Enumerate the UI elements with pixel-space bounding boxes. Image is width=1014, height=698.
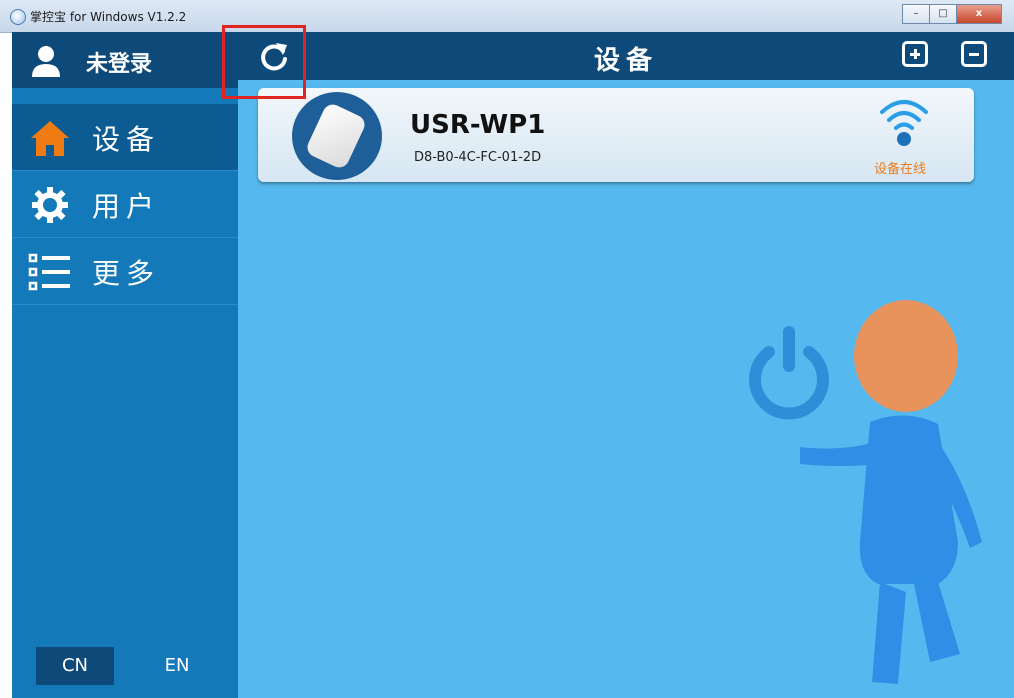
sidebar-item-label: 用户 [92,190,161,223]
sidebar-item-label: 更多 [92,257,161,290]
page-title: 设备 [593,46,658,76]
wifi-icon [880,100,928,146]
main-panel: 设备 USR-WP1 D8-B0-4C-FC-01-2D 设备在线 [238,32,1014,698]
user-icon [32,46,60,77]
user-area[interactable]: 未登录 [12,32,238,88]
list-icon [28,253,70,291]
sidebar-item-devices[interactable]: 设备 [12,104,238,171]
smart-plug-image [292,92,382,180]
home-icon [31,121,69,156]
sidebar-item-users[interactable]: 用户 [12,171,238,238]
window-title-bar: 掌控宝 for Windows V1.2.2 – □ x [0,0,1014,33]
highlight-box [222,25,306,99]
close-button[interactable]: x [956,4,1002,24]
device-name: USR-WP1 [410,110,546,140]
header-bar: 设备 [238,32,1014,80]
device-card[interactable]: USR-WP1 D8-B0-4C-FC-01-2D 设备在线 [258,88,974,182]
device-status: 设备在线 [874,162,927,177]
sidebar: 未登录 设备 用户 更多 CN EN [12,32,238,698]
plus-icon [914,49,917,59]
window-controls: – □ x [902,4,1002,24]
window-title: 掌控宝 for Windows V1.2.2 [30,10,187,24]
language-cn-button[interactable]: CN [36,647,114,685]
login-status: 未登录 [86,52,153,77]
sidebar-item-label: 设备 [92,123,161,156]
add-device-button[interactable] [902,41,928,67]
remove-device-button[interactable] [961,41,987,67]
minus-icon [969,53,979,56]
plug-shape [304,101,368,171]
mascot-figure [800,300,982,684]
sidebar-nav: 设备 用户 更多 [12,104,238,305]
sidebar-item-more[interactable]: 更多 [12,238,238,305]
maximize-button[interactable]: □ [929,4,957,24]
app-icon [10,9,26,25]
minimize-button[interactable]: – [902,4,930,24]
device-mac: D8-B0-4C-FC-01-2D [414,150,542,165]
gear-icon [32,187,68,223]
language-en-button[interactable]: EN [138,647,216,685]
